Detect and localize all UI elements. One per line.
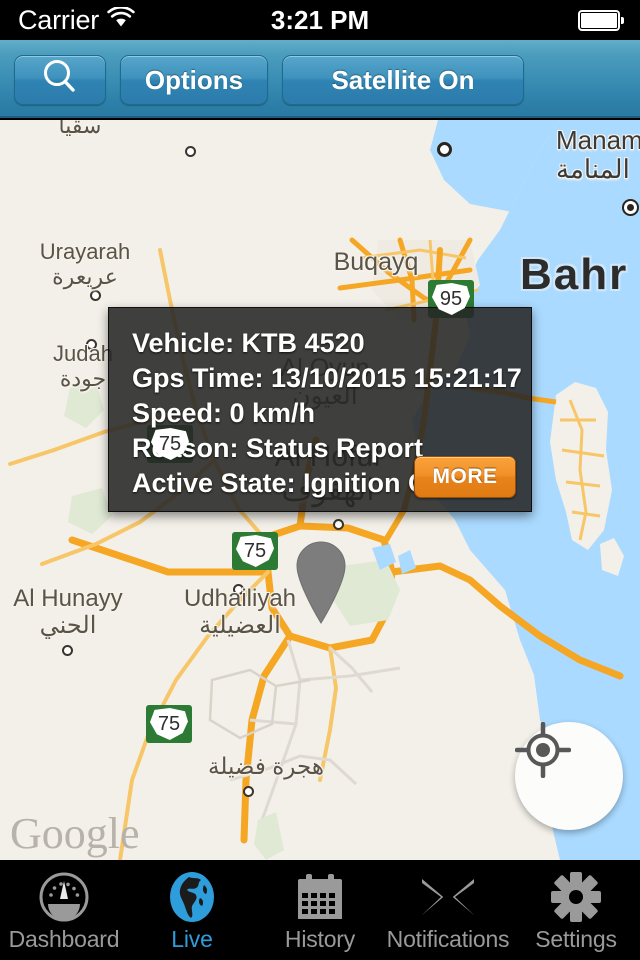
- map-city-dot: [185, 146, 196, 157]
- map-city-dot: [437, 142, 452, 157]
- toolbar: Options Satellite On: [0, 40, 640, 118]
- search-button[interactable]: [14, 55, 106, 105]
- route-shield-label: 75: [243, 539, 267, 562]
- map-city-dot: [90, 290, 101, 301]
- tab-dashboard-label: Dashboard: [8, 926, 120, 952]
- calendar-icon: [294, 870, 346, 924]
- app-screen: Carrier 3:21 PM Options Satellite On 95 …: [0, 0, 640, 960]
- google-watermark: Google: [10, 809, 140, 858]
- callout-line-vehicle: Vehicle: KTB 4520: [132, 328, 365, 358]
- satellite-toggle-button[interactable]: Satellite On: [282, 55, 524, 105]
- options-button[interactable]: Options: [120, 55, 268, 105]
- map-city-dot: [86, 339, 97, 350]
- tab-notifications-label: Notifications: [386, 926, 510, 952]
- map-canvas[interactable]: 95 75 75 75 Urayarah عريعرة Judah جودة M…: [0, 120, 640, 860]
- tab-notifications[interactable]: Notifications: [384, 860, 512, 960]
- battery-full-icon: [578, 10, 624, 31]
- globe-icon: [167, 870, 217, 924]
- more-button-label: MORE: [432, 465, 498, 488]
- map-city-dot: [233, 584, 244, 595]
- map-city-dot: [62, 645, 73, 656]
- more-button[interactable]: MORE: [414, 456, 516, 498]
- my-location-button[interactable]: [515, 722, 623, 830]
- search-icon: [39, 56, 81, 105]
- tab-settings[interactable]: Settings: [512, 860, 640, 960]
- map-city-dot: [243, 786, 254, 797]
- map-city-dot: [333, 519, 344, 530]
- options-button-label: Options: [144, 64, 244, 95]
- status-bar: Carrier 3:21 PM: [0, 0, 640, 40]
- callout-line-speed: Speed: 0 km/h: [132, 398, 316, 429]
- tab-dashboard[interactable]: Dashboard: [0, 860, 128, 960]
- tab-bar: Dashboard Live History Notifications Set…: [0, 860, 640, 960]
- gear-icon: [550, 870, 602, 924]
- tab-history-label: History: [284, 926, 356, 952]
- vehicle-info-callout: Vehicle: KTB 4520 Gps Time: 13/10/2015 1…: [108, 307, 532, 512]
- map-city-dot: [627, 204, 634, 211]
- satellite-toggle-label: Satellite On: [331, 64, 475, 95]
- route-shield-75: 75: [232, 532, 278, 570]
- status-bar-clock: 3:21 PM: [270, 5, 370, 35]
- tab-history[interactable]: History: [256, 860, 384, 960]
- callout-line-gps-time: Gps Time: 13/10/2015 15:21:17: [132, 363, 522, 394]
- route-shield-label: 75: [158, 432, 182, 455]
- route-shield-label: 95: [439, 287, 463, 310]
- tab-settings-label: Settings: [535, 926, 617, 952]
- route-shield-75: 75: [146, 705, 192, 743]
- tab-live[interactable]: Live: [128, 860, 256, 960]
- gauge-icon: [38, 870, 90, 924]
- route-shield-label: 75: [157, 712, 181, 735]
- tab-live-label: Live: [171, 926, 213, 952]
- map-pin-icon[interactable]: [292, 538, 350, 624]
- envelope-icon: [420, 870, 476, 924]
